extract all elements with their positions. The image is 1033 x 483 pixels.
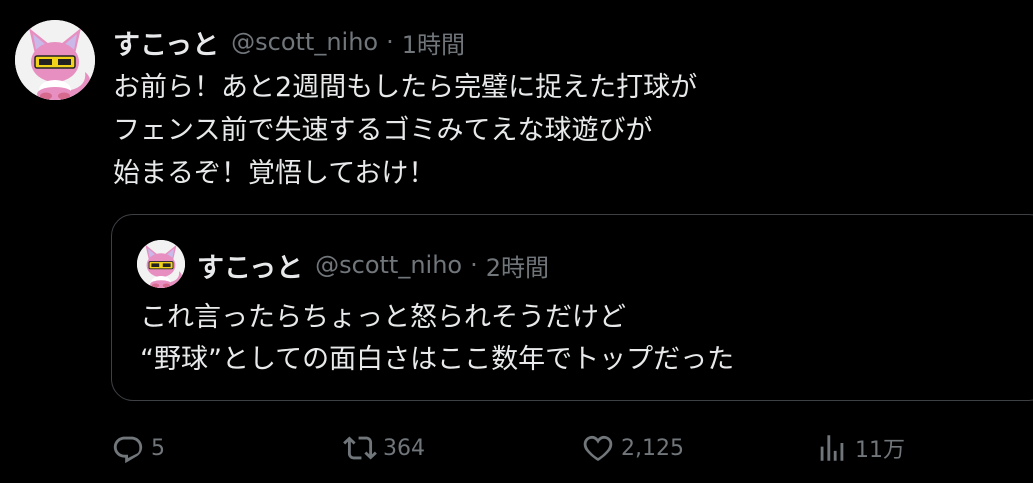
- like-count: 2,125: [621, 435, 684, 461]
- reply-count: 5: [151, 435, 165, 461]
- author-avatar[interactable]: [15, 20, 95, 100]
- quoted-tweet-header: すこっと @scott_niho · 2時間: [197, 245, 549, 285]
- retweet-count: 364: [383, 435, 425, 461]
- header-separator: ·: [386, 28, 394, 56]
- tweet-header: すこっと @scott_niho · 1時間: [113, 22, 465, 62]
- tweet-text-line: お前ら！あと2週間もしたら完璧に捉えた打球が: [113, 72, 698, 103]
- quoted-text-line: “野球”としての面白さはここ数年でトップだった: [140, 344, 735, 375]
- author-name[interactable]: すこっと: [113, 23, 219, 62]
- tweet-actions-bar: 5 364 2,125 11万: [0, 425, 1033, 471]
- tweet-timestamp[interactable]: 1時間: [402, 25, 465, 60]
- views-count: 11万: [855, 438, 905, 463]
- like-button[interactable]: 2,125: [581, 425, 684, 471]
- tweet: すこっと @scott_niho · 1時間 お前ら！あと2週間もしたら完璧に捉…: [0, 0, 1033, 483]
- tweet-text-line: フェンス前で失速するゴミみてえな球遊びが: [113, 115, 653, 146]
- cat-mascot-avatar-image: [15, 20, 95, 100]
- views-icon: [815, 431, 849, 465]
- heart-icon: [581, 431, 615, 465]
- retweet-button[interactable]: 364: [343, 425, 425, 471]
- tweet-text: お前ら！あと2週間もしたら完璧に捉えた打球が フェンス前で失速するゴミみてえな球…: [113, 66, 697, 195]
- quoted-author-handle[interactable]: @scott_niho: [315, 251, 462, 279]
- tweet-text-line: 始まるぞ！覚悟しておけ！: [113, 158, 436, 189]
- quoted-author-name[interactable]: すこっと: [197, 246, 303, 285]
- quoted-text-line: これ言ったらちょっと怒られそうだけど: [140, 302, 626, 333]
- retweet-icon: [343, 431, 377, 465]
- author-handle[interactable]: @scott_niho: [231, 28, 378, 56]
- quoted-tweet-text: これ言ったらちょっと怒られそうだけど “野球”としての面白さはここ数年でトップだ…: [140, 297, 734, 381]
- reply-icon: [111, 431, 145, 465]
- quoted-tweet-timestamp[interactable]: 2時間: [486, 248, 549, 283]
- quoted-header-separator: ·: [470, 251, 478, 279]
- views-button[interactable]: 11万: [815, 425, 905, 471]
- quoted-tweet-card[interactable]: すこっと @scott_niho · 2時間 これ言ったらちょっと怒られそうだけ…: [111, 214, 1033, 401]
- quoted-author-avatar[interactable]: [137, 240, 185, 288]
- reply-button[interactable]: 5: [111, 425, 165, 471]
- cat-mascot-avatar-image: [137, 240, 185, 288]
